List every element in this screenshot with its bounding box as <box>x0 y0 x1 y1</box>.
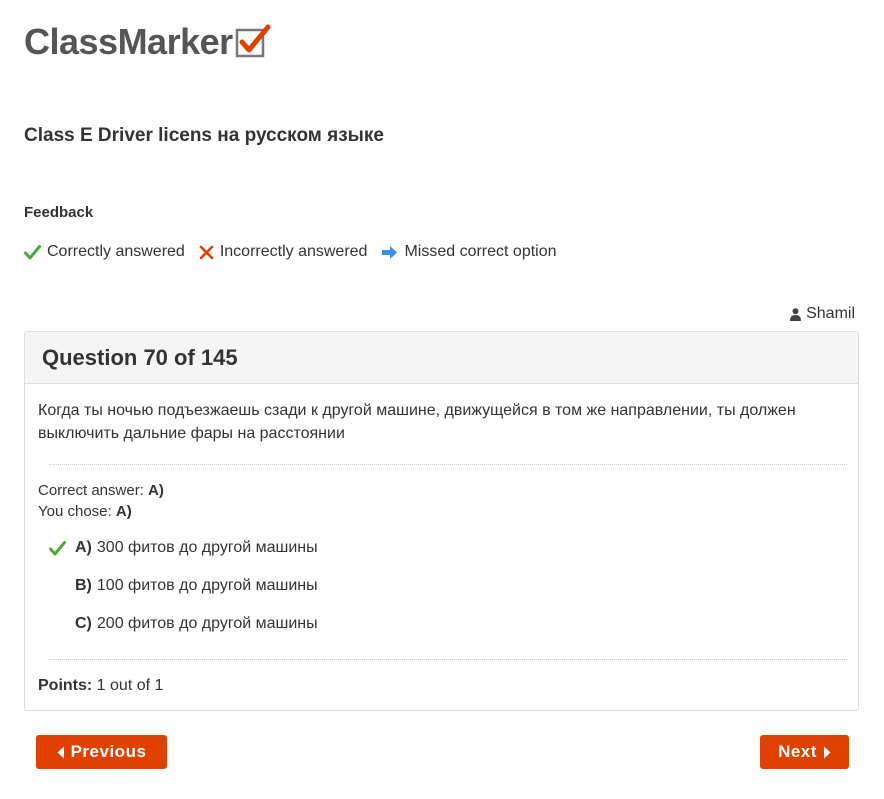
option-b-mark <box>49 576 75 596</box>
page: ClassMarker Class E Driver licens на рус… <box>0 0 884 799</box>
option-c-letter: C) <box>75 615 92 632</box>
option-b: B) 100 фитов до другой машины <box>49 576 318 596</box>
feedback-heading: Feedback <box>24 204 94 221</box>
classmarker-logo[interactable]: ClassMarker <box>24 22 271 62</box>
points-value: 1 out of 1 <box>96 677 164 694</box>
question-text: Когда ты ночью подъезжаешь сзади к друго… <box>38 402 796 442</box>
option-a-letter: A) <box>75 539 92 556</box>
check-icon <box>49 540 66 555</box>
legend-missed-label: Missed correct option <box>404 243 557 260</box>
option-c-mark <box>49 614 75 634</box>
correct-answer-line: Correct answer: A) <box>38 480 164 501</box>
you-chose-label: You chose: <box>38 503 112 520</box>
caret-right-icon <box>823 746 831 758</box>
cross-icon <box>199 245 214 259</box>
question-card: Question 70 of 145 Когда ты ночью подъез… <box>24 331 859 711</box>
next-button[interactable]: Next <box>760 735 849 769</box>
checkbox-check-icon <box>235 24 271 58</box>
user-name: Shamil <box>806 305 855 322</box>
question-header: Question 70 of 145 <box>25 332 858 384</box>
option-b-letter: B) <box>75 577 92 594</box>
user-info: Shamil <box>790 305 855 323</box>
caret-left-icon <box>57 746 64 758</box>
option-b-text: 100 фитов до другой машины <box>96 577 318 594</box>
question-number: Question 70 of 145 <box>42 344 238 370</box>
logo-text: ClassMarker <box>24 21 233 62</box>
legend-incorrect: Incorrectly answered <box>199 243 368 261</box>
check-icon <box>24 244 41 259</box>
legend-missed: Missed correct option <box>381 243 557 261</box>
points-label: Points: <box>38 677 93 694</box>
correct-answer-value: A) <box>148 482 164 499</box>
points-line: Points: 1 out of 1 <box>38 677 163 695</box>
test-title: Class E Driver licens на русском языке <box>24 125 384 146</box>
you-chose-line: You chose: A) <box>38 501 132 522</box>
previous-button-label: Previous <box>70 742 147 761</box>
divider <box>49 464 847 465</box>
option-a: A) 300 фитов до другой машины <box>49 538 318 558</box>
user-icon <box>790 307 802 321</box>
option-c-text: 200 фитов до другой машины <box>96 615 318 632</box>
correct-answer-label: Correct answer: <box>38 482 144 499</box>
previous-button[interactable]: Previous <box>36 735 167 769</box>
option-a-text: 300 фитов до другой машины <box>96 539 318 556</box>
legend-correct: Correctly answered <box>24 243 185 261</box>
next-button-label: Next <box>778 742 817 761</box>
feedback-legend: Correctly answered Incorrectly answered … <box>24 243 571 261</box>
you-chose-value: A) <box>115 503 132 520</box>
arrow-right-icon <box>382 245 398 259</box>
legend-correct-label: Correctly answered <box>47 243 185 260</box>
option-c: C) 200 фитов до другой машины <box>49 614 318 634</box>
divider <box>49 659 847 660</box>
option-a-mark <box>49 538 75 558</box>
legend-incorrect-label: Incorrectly answered <box>219 243 368 260</box>
